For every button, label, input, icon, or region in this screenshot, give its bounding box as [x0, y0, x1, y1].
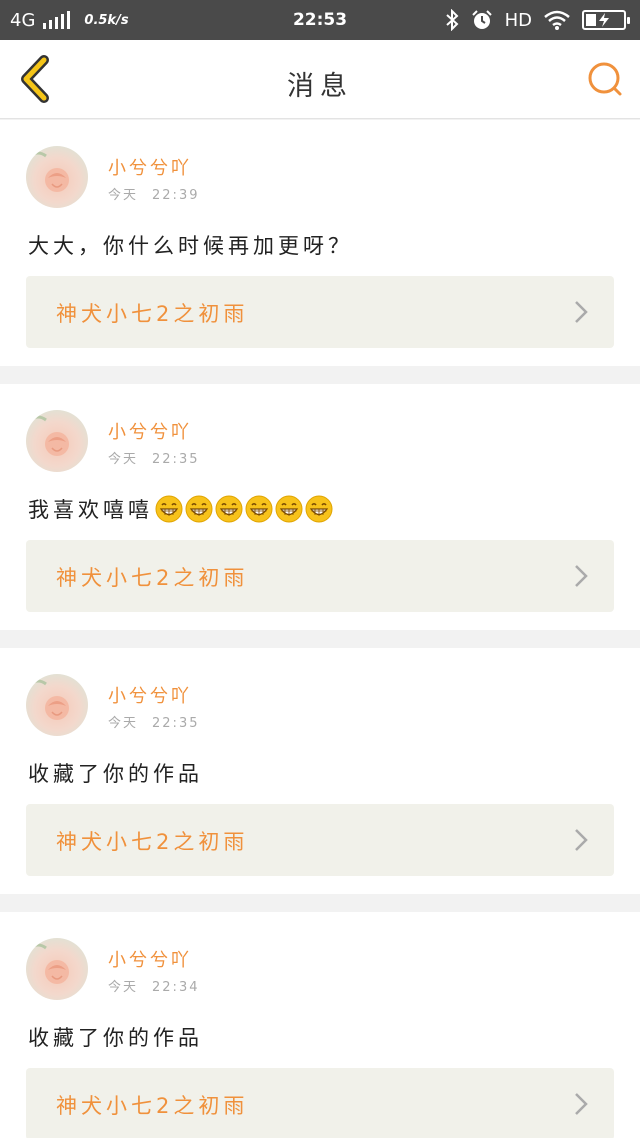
message-timestamp: 今天 22:35: [108, 712, 199, 731]
status-left: 4G 0.5k/s: [10, 10, 129, 31]
message-card: 小兮兮吖 今天 22:39 大大，你什么时候再加更呀？ 神犬小七2之初雨: [0, 120, 640, 366]
timestamp-time: 22:35: [152, 452, 200, 467]
network-type: 4G: [10, 9, 36, 31]
clock: 22:53: [292, 10, 348, 30]
avatar[interactable]: [26, 674, 88, 736]
grin-emoji-icon: [305, 495, 333, 523]
hd-indicator: HD: [504, 9, 532, 31]
message-timestamp: 今天 22:34: [108, 976, 199, 995]
message-card: 小兮兮吖 今天 22:35 收藏了你的作品 神犬小七2之初雨: [0, 648, 640, 894]
timestamp-time: 22:35: [152, 716, 200, 731]
timestamp-day: 今天: [108, 188, 139, 203]
message-text: 收藏了你的作品: [28, 1022, 203, 1052]
work-link[interactable]: 神犬小七2之初雨: [26, 540, 614, 612]
alarm-icon: [471, 10, 492, 29]
timestamp-time: 22:39: [152, 188, 200, 203]
signal-icon: [43, 11, 71, 29]
emoji-row: [155, 495, 333, 523]
timestamp-day: 今天: [108, 452, 139, 467]
work-link[interactable]: 神犬小七2之初雨: [26, 276, 614, 348]
message-body: 收藏了你的作品: [28, 762, 203, 786]
sender-name[interactable]: 小兮兮吖: [108, 154, 192, 180]
message-card: 小兮兮吖 今天 22:35 我喜欢嘻嘻 神犬小七2之初雨: [0, 384, 640, 630]
battery-icon: [582, 10, 630, 30]
status-bar: 4G 0.5k/s 22:53 HD: [0, 0, 640, 40]
grin-emoji-icon: [275, 495, 303, 523]
chevron-right-icon: [575, 829, 588, 851]
avatar[interactable]: [26, 146, 88, 208]
top-nav-bar: 消息: [0, 40, 640, 119]
message-text: 我喜欢嘻嘻: [28, 494, 333, 524]
work-title: 神犬小七2之初雨: [56, 566, 249, 590]
timestamp-day: 今天: [108, 980, 139, 995]
message-body: 我喜欢嘻嘻: [28, 498, 153, 522]
sender-name[interactable]: 小兮兮吖: [108, 418, 192, 444]
network-speed: 0.5k/s: [84, 12, 129, 28]
grin-emoji-icon: [215, 495, 243, 523]
status-right: HD: [445, 9, 630, 31]
message-list: 小兮兮吖 今天 22:39 大大，你什么时候再加更呀？ 神犬小七2之初雨 小兮兮吖…: [0, 120, 640, 1138]
avatar[interactable]: [26, 938, 88, 1000]
wifi-icon: [544, 10, 570, 30]
message-text: 大大，你什么时候再加更呀？: [28, 230, 353, 260]
chevron-right-icon: [575, 1093, 588, 1115]
timestamp-day: 今天: [108, 716, 139, 731]
message-text: 收藏了你的作品: [28, 758, 203, 788]
chevron-right-icon: [575, 565, 588, 587]
message-card: 小兮兮吖 今天 22:34 收藏了你的作品 神犬小七2之初雨: [0, 912, 640, 1138]
bluetooth-icon: [445, 9, 459, 31]
page-title: 消息: [287, 71, 353, 102]
grin-emoji-icon: [155, 495, 183, 523]
sender-name[interactable]: 小兮兮吖: [108, 946, 192, 972]
timestamp-time: 22:34: [152, 980, 200, 995]
work-title: 神犬小七2之初雨: [56, 830, 249, 854]
grin-emoji-icon: [245, 495, 273, 523]
work-title: 神犬小七2之初雨: [56, 302, 249, 326]
message-body: 收藏了你的作品: [28, 1026, 203, 1050]
chevron-right-icon: [575, 301, 588, 323]
grin-emoji-icon: [185, 495, 213, 523]
sender-name[interactable]: 小兮兮吖: [108, 682, 192, 708]
message-timestamp: 今天 22:35: [108, 448, 199, 467]
work-link[interactable]: 神犬小七2之初雨: [26, 1068, 614, 1138]
message-timestamp: 今天 22:39: [108, 184, 199, 203]
avatar[interactable]: [26, 410, 88, 472]
work-title: 神犬小七2之初雨: [56, 1094, 249, 1118]
work-link[interactable]: 神犬小七2之初雨: [26, 804, 614, 876]
search-icon[interactable]: [586, 60, 624, 98]
message-body: 大大，你什么时候再加更呀？: [28, 234, 353, 258]
